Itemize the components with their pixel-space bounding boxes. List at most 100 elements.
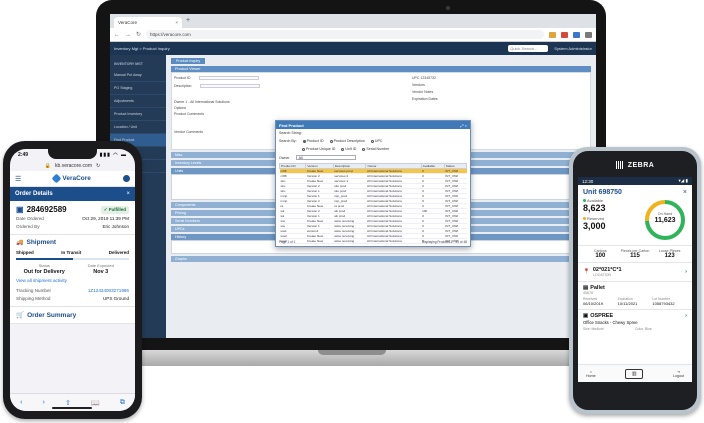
product-icon: ▣	[583, 313, 589, 319]
zebra-logo-icon	[615, 161, 624, 169]
browser-tab[interactable]: VeraCore ×	[114, 17, 182, 28]
available-stat: Available 8,623	[583, 198, 639, 213]
pallet-details: Received 06/10/2019 Expiration 10/11/2021 …	[583, 297, 687, 306]
profile-icon[interactable]	[585, 31, 592, 38]
pieces-per-carton-stat: Pieces per Carton 115	[620, 249, 650, 259]
on-hand-value: 11,623	[654, 217, 676, 224]
sidebar-item-manual-put-away[interactable]: Manual Put Away	[110, 69, 166, 82]
order-number: 284692589	[26, 205, 67, 214]
logout-button[interactable]: ⇥ Logout	[673, 370, 684, 378]
browser-tab-strip: VeraCore × +	[110, 14, 596, 28]
reload-icon[interactable]: ↻	[136, 31, 141, 38]
forward-icon[interactable]: ›	[43, 399, 45, 406]
option-upc[interactable]: UPC	[370, 139, 383, 143]
safari-url-bar[interactable]: 🔒 kb.veracore.com ↻	[10, 161, 135, 171]
unit-title: Unit 698750	[583, 189, 622, 196]
tab-close-icon[interactable]: ×	[175, 20, 178, 25]
sidebar-item-product-inventory[interactable]: Product Inventory	[110, 108, 166, 121]
bookmarks-icon[interactable]: 📖	[91, 399, 100, 407]
owner-row: Owner All	[276, 153, 470, 162]
received-date: 06/10/2019	[583, 301, 604, 306]
menu-icon[interactable]: ☰	[15, 175, 21, 183]
reserved-stat: Reserved 3,000	[583, 216, 639, 231]
tabs-icon[interactable]: ⧉	[120, 399, 125, 407]
back-icon[interactable]: ←	[114, 32, 120, 38]
address-bar[interactable]: https://veracore.com	[146, 30, 544, 39]
order-details-title: Order Details	[15, 191, 53, 197]
tab-title: VeraCore	[118, 20, 138, 25]
extension-icon[interactable]	[561, 31, 568, 38]
current-user[interactable]: System Administrator	[554, 46, 596, 51]
product-card[interactable]: ▣ OSPREE › Office Snacks - Chewy Spree S…	[578, 310, 692, 334]
location-row[interactable]: 📍 02*021*C*1 LOCATION ›	[578, 263, 692, 282]
back-icon[interactable]: ‹	[20, 399, 22, 406]
barcode-icon: ▥	[631, 370, 637, 377]
extension-icon[interactable]	[549, 31, 556, 38]
close-icon[interactable]: ×	[126, 191, 130, 197]
sidebar-item-location-unit[interactable]: Location / Unit	[110, 121, 166, 134]
available-value: 8,623	[583, 203, 606, 213]
date-expected: Nov 3	[93, 269, 109, 275]
dialog-controls-icon[interactable]: ⤢ ×	[460, 123, 467, 128]
iphone-screen: 2:49 ▮▮▮ ◠ ▬ 🔒 kb.veracore.com ↻ ☰ VeraC…	[10, 149, 135, 411]
tracking-number-link[interactable]: 1Z12434003271986	[88, 288, 129, 293]
option-unit-id[interactable]: Unit ID	[341, 147, 356, 151]
package-icon: ▣	[16, 205, 24, 214]
close-icon[interactable]: ×	[683, 189, 687, 196]
sidebar-item-po-staging[interactable]: PO Staging	[110, 82, 166, 95]
description-field[interactable]: Description	[174, 84, 260, 89]
chevron-right-icon[interactable]: ›	[685, 313, 687, 319]
unit-stats: Available 8,623 Reserved 3,000 On Hand 1…	[578, 198, 692, 242]
account-icon[interactable]	[122, 175, 130, 182]
product-id-field[interactable]: Product ID	[174, 76, 259, 81]
dialog-titlebar: Find Product ⤢ ×	[276, 121, 470, 129]
new-tab-button[interactable]: +	[186, 17, 190, 28]
shipping-method-row: Shipping Method UPS Ground	[16, 295, 129, 301]
laptop-screen: VeraCore × + ← → ↻ https://veracore.com …	[110, 14, 596, 338]
scan-button[interactable]: ▥	[625, 368, 644, 379]
shipment-heading: 🚚 Shipment	[16, 239, 57, 246]
cart-icon: 🛒	[16, 312, 25, 319]
owner-select[interactable]: All	[295, 155, 356, 160]
results-table: Product ID Version Description Owner Ava…	[278, 163, 468, 244]
quick-search-input[interactable]: Quick Search...	[508, 45, 549, 52]
unit-header: Unit 698750 ×	[578, 185, 692, 198]
find-product-dialog: Find Product ⤢ × Search String: Search B…	[275, 120, 471, 247]
option-product-id[interactable]: Product ID	[302, 139, 324, 143]
product-comments-field: Product Comments	[174, 112, 204, 116]
option-product-unique-id[interactable]: Product Unique ID	[302, 147, 335, 151]
sidebar-item-adjustments[interactable]: Adjustments	[110, 95, 166, 108]
share-icon[interactable]: ⇧	[65, 399, 71, 407]
product-attributes: Size: Medium Color: Blue	[583, 327, 687, 331]
shipment-card: 🚚 Shipment Shipped In Transit Delivered …	[10, 235, 135, 307]
extension-icon[interactable]	[573, 31, 580, 38]
chevron-right-icon[interactable]: ›	[685, 269, 687, 275]
pager[interactable]: Page 1 of 1	[279, 240, 295, 244]
reload-icon[interactable]: ↻	[96, 163, 100, 169]
tab-product-inquiry[interactable]: Product Inquiry	[171, 58, 206, 64]
option-serial-number[interactable]: Serial Number	[362, 147, 389, 151]
option-product-description[interactable]: Product Description	[329, 139, 365, 143]
app-header: ☰ VeraCore	[10, 171, 135, 187]
step-in-transit: In Transit	[61, 250, 82, 255]
zebra-brand: ZEBRA	[627, 161, 655, 169]
tracking-row: Tracking Number 1Z12434003271986	[16, 287, 129, 293]
section-graphs[interactable]: Graphs	[171, 256, 591, 262]
home-button[interactable]: ⌂ Home	[586, 370, 596, 378]
view-shipment-activity-link[interactable]: View all shipment activity	[16, 275, 129, 286]
zebra-bottom-nav: ⌂ Home ▥ ⇥ Logout	[578, 364, 692, 382]
order-summary-card[interactable]: 🛒 Order Summary	[10, 307, 135, 324]
lot-number: 1058793432	[652, 301, 675, 306]
vendors-field: Vendors	[412, 83, 425, 87]
search-by-row-2: Product Unique ID Unit ID Serial Number	[276, 145, 470, 153]
date-ordered-row: Date Ordered Oct 29, 2019 11:39 PM	[16, 215, 129, 221]
quick-search-placeholder: Quick Search...	[510, 46, 538, 51]
available-legend-dot	[583, 199, 586, 202]
address-url: https://veracore.com	[150, 32, 191, 37]
search-by-row: Search By: Product ID Product Descriptio…	[276, 137, 470, 145]
options-field: Options	[174, 106, 187, 110]
zebra-screen: 12:30 ▾◢ ▮ Unit 698750 × Available 8,623…	[578, 177, 692, 382]
signal-battery-icon: ▾◢ ▮	[678, 178, 688, 183]
browser-toolbar: ← → ↻ https://veracore.com	[110, 28, 596, 42]
forward-icon[interactable]: →	[125, 32, 131, 38]
